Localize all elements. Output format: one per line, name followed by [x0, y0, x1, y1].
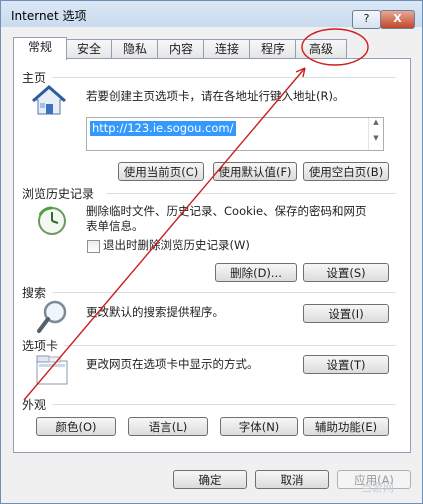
- home-description: 若要创建主页选项卡，请在各地址行键入地址(R)。: [86, 89, 345, 103]
- divider: [64, 345, 396, 346]
- delete-history-button[interactable]: 删除(D)...: [215, 263, 297, 282]
- tabs-settings-button[interactable]: 设置(T): [303, 355, 389, 374]
- tab-strip: 常规 安全 隐私 内容 连接 程序 高级: [13, 37, 413, 60]
- search-description: 更改默认的搜索提供程序。: [86, 305, 224, 319]
- search-icon: [37, 300, 67, 333]
- home-url-input[interactable]: http://123.ie.sogou.com/ ▲ ▼: [86, 117, 384, 151]
- use-current-button[interactable]: 使用当前页(C): [118, 162, 204, 181]
- search-settings-button[interactable]: 设置(I): [303, 304, 389, 323]
- tabs-section-title: 选项卡: [22, 339, 59, 353]
- tab-security[interactable]: 安全: [65, 39, 113, 59]
- home-url-text: http://123.ie.sogou.com/: [90, 121, 236, 136]
- tab-programs[interactable]: 程序: [249, 39, 297, 59]
- accessibility-button[interactable]: 辅助功能(E): [303, 417, 389, 436]
- internet-options-dialog: Internet 选项 ? X 常规 安全 隐私 内容 连接 程序 高级 主页 …: [0, 0, 423, 504]
- tabs-description: 更改网页在选项卡中显示的方式。: [86, 357, 259, 371]
- close-button[interactable]: X: [380, 10, 415, 29]
- tab-content[interactable]: 内容: [157, 39, 205, 59]
- tab-advanced[interactable]: 高级: [295, 39, 347, 59]
- help-button[interactable]: ?: [352, 10, 381, 29]
- tabs-icon: [36, 355, 68, 385]
- home-icon: [32, 85, 66, 115]
- divider: [52, 77, 396, 78]
- general-panel: 主页 若要创建主页选项卡，请在各地址行键入地址(R)。 http://123.i…: [13, 58, 411, 453]
- url-scrollbar[interactable]: ▲ ▼: [368, 118, 383, 150]
- colors-button[interactable]: 颜色(O): [36, 417, 116, 436]
- history-section-title: 浏览历史记录: [22, 187, 95, 201]
- tab-privacy[interactable]: 隐私: [111, 39, 159, 59]
- delete-on-exit-checkbox[interactable]: [87, 240, 100, 253]
- ok-button[interactable]: 确定: [173, 470, 247, 489]
- divider: [52, 404, 396, 405]
- divider: [106, 193, 396, 194]
- languages-button[interactable]: 语言(L): [128, 417, 208, 436]
- delete-on-exit-label: 退出时删除浏览历史记录(W): [103, 238, 250, 252]
- cancel-button[interactable]: 取消: [255, 470, 329, 489]
- fonts-button[interactable]: 字体(N): [220, 417, 298, 436]
- tab-connections[interactable]: 连接: [203, 39, 251, 59]
- watermark: 当游网: [361, 481, 394, 494]
- use-default-button[interactable]: 使用默认值(F): [213, 162, 297, 181]
- history-description-line1: 删除临时文件、历史记录、Cookie、保存的密码和网页: [86, 204, 367, 218]
- history-description-line2: 表单信息。: [86, 219, 144, 233]
- tab-general[interactable]: 常规: [13, 37, 67, 60]
- history-clock-icon: [38, 206, 66, 235]
- title-bar[interactable]: Internet 选项 ? X: [1, 1, 422, 29]
- use-blank-button[interactable]: 使用空白页(B): [303, 162, 389, 181]
- home-section-title: 主页: [22, 71, 47, 85]
- history-settings-button[interactable]: 设置(S): [303, 263, 389, 282]
- window-title: Internet 选项: [11, 9, 87, 23]
- appearance-section-title: 外观: [22, 398, 47, 412]
- divider: [52, 292, 396, 293]
